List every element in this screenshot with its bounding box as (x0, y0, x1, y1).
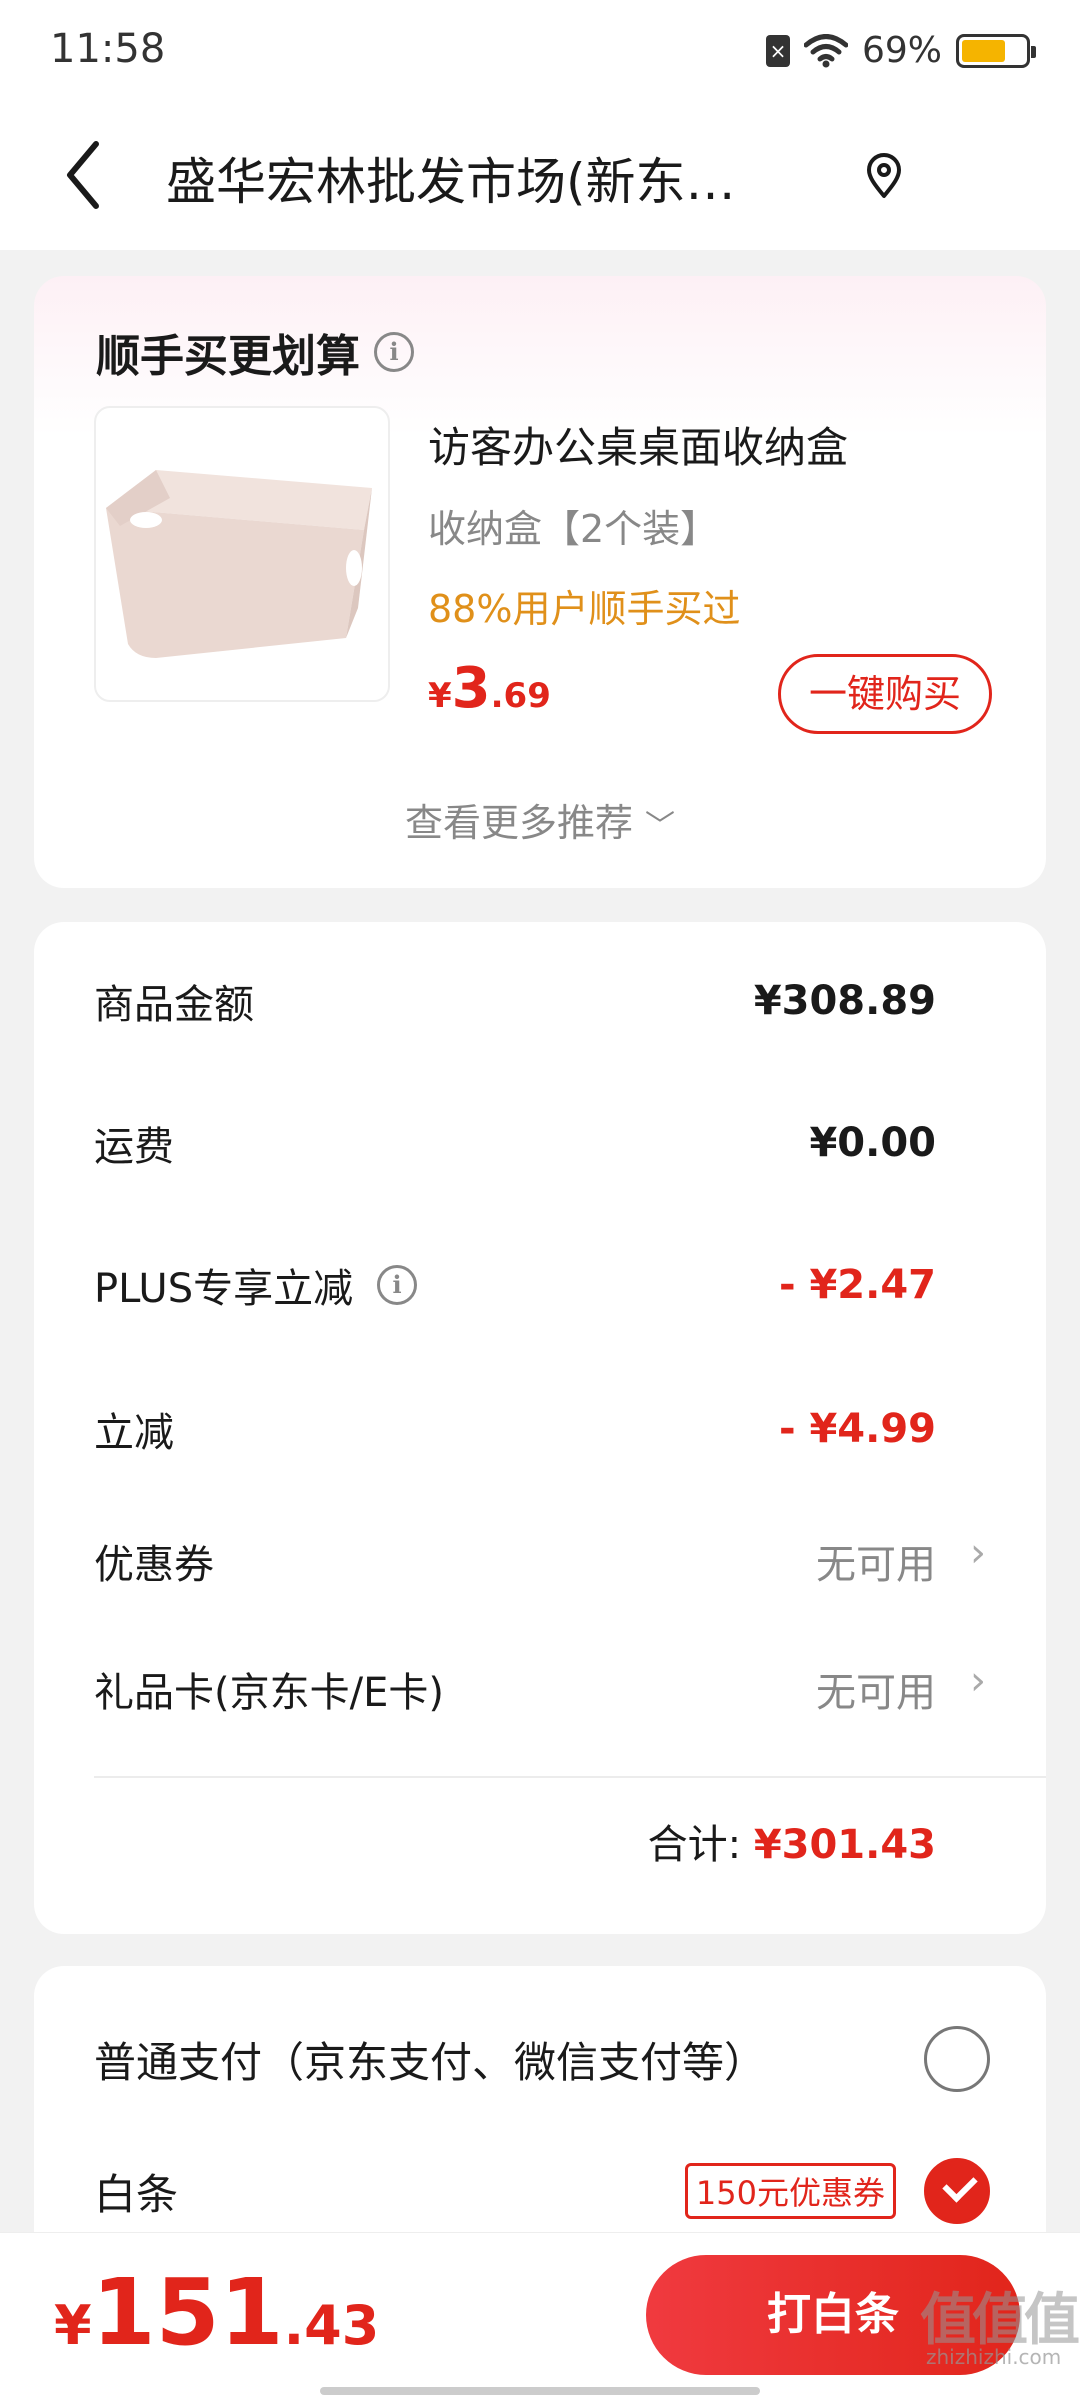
storage-box-illustration (106, 470, 372, 658)
product-popularity: 88%用户顺手买过 (428, 587, 741, 631)
summary-row-plus-discount: PLUS专享立减 i - ¥2.47 (94, 1256, 936, 1314)
final-price-integer: 151 (91, 2259, 284, 2366)
summary-value: ¥308.89 (753, 978, 936, 1024)
info-icon[interactable]: i (374, 332, 414, 372)
total-value: ¥301.43 (753, 1822, 936, 1868)
summary-label: 运费 (94, 1124, 174, 1170)
home-indicator[interactable] (320, 2387, 760, 2395)
battery-level-fill (962, 39, 1005, 62)
summary-label: 商品金额 (94, 982, 254, 1028)
summary-value: 无可用 (816, 1542, 936, 1588)
final-price-decimal: .43 (283, 2294, 380, 2357)
more-recommendations-link[interactable]: 查看更多推荐 ﹀ (34, 792, 1046, 847)
product-price: ¥3.69 (428, 656, 551, 721)
recommend-title: 顺手买更划算 i (96, 320, 414, 384)
chevron-left-icon[interactable] (58, 138, 108, 212)
total-label: 合计: (647, 1822, 742, 1868)
battery-icon (956, 33, 1036, 68)
summary-label: 优惠券 (94, 1542, 214, 1588)
location-pin-icon[interactable] (864, 152, 904, 200)
watermark-logo: 值值值 (920, 2288, 1080, 2353)
chevron-right-icon[interactable]: › (970, 1658, 986, 1704)
summary-total: 合计: ¥301.43 (648, 1812, 936, 1870)
summary-label: 礼品卡(京东卡/E卡) (94, 1670, 444, 1716)
summary-row-instant-discount: 立减 - ¥4.99 (94, 1400, 936, 1458)
summary-label: PLUS专享立减 (94, 1266, 354, 1312)
chevron-right-icon[interactable]: › (970, 1530, 986, 1576)
product-spec: 收纳盒【2个装】 (428, 507, 719, 551)
one-click-buy-button[interactable]: 一键购买 (778, 654, 992, 734)
recommend-card: 顺手买更划算 i 访客办公桌桌面收纳盒 收纳盒【2个装】 88%用户顺手买过 ¥… (34, 276, 1046, 888)
summary-value: - ¥4.99 (778, 1406, 936, 1452)
summary-value: ¥0.00 (809, 1120, 936, 1166)
recommend-title-text: 顺手买更划算 (96, 331, 360, 382)
price-decimal: .69 (490, 676, 551, 716)
summary-label-wrap: PLUS专享立减 i (94, 1256, 418, 1314)
payment-option-label: 白条 (94, 2169, 179, 2219)
payment-option-normal[interactable]: 普通支付（京东支付、微信支付等） (94, 2026, 990, 2092)
status-icons: × 69% (765, 30, 1036, 71)
divider (94, 1776, 1046, 1778)
nav-bar: 盛华宏林批发市场(新东… (0, 100, 1080, 250)
watermark-url: zhizhizhi.com (926, 2345, 1062, 2369)
status-bar: 11:58 × 69% (0, 0, 1080, 100)
coupon-badge: 150元优惠券 (684, 2163, 896, 2219)
price-integer: 3 (451, 656, 491, 721)
wifi-icon (803, 33, 848, 67)
baitiao-right: 150元优惠券 (684, 2158, 990, 2224)
price-summary-card: 商品金额 ¥308.89 运费 ¥0.00 PLUS专享立减 i - ¥2.47… (34, 922, 1046, 1934)
final-price-currency: ¥ (54, 2294, 92, 2357)
chevron-down-icon: ﹀ (645, 809, 676, 844)
payment-option-baitiao[interactable]: 白条 150元优惠券 (94, 2158, 990, 2224)
final-price: ¥151.43 (54, 2259, 379, 2366)
summary-label: 立减 (94, 1410, 174, 1456)
price-currency: ¥ (428, 676, 452, 716)
summary-row-gift-card[interactable]: 礼品卡(京东卡/E卡) 无可用 (94, 1660, 936, 1718)
page-title: 盛华宏林批发市场(新东… (166, 153, 736, 211)
payment-radio[interactable] (924, 2026, 990, 2092)
sim-card-icon: × (765, 34, 790, 67)
payment-option-label: 普通支付（京东支付、微信支付等） (94, 2037, 767, 2087)
status-time: 11:58 (50, 26, 166, 72)
summary-value: - ¥2.47 (778, 1262, 936, 1308)
battery-percent: 69% (861, 30, 942, 71)
summary-row-goods-amount: 商品金额 ¥308.89 (94, 972, 936, 1030)
summary-row-shipping: 运费 ¥0.00 (94, 1114, 936, 1172)
payment-radio-checked[interactable] (924, 2158, 990, 2224)
more-recommendations-label: 查看更多推荐 (404, 801, 633, 845)
info-icon[interactable]: i (377, 1265, 418, 1305)
product-image[interactable] (94, 406, 390, 702)
summary-value: 无可用 (816, 1670, 936, 1716)
summary-row-coupon[interactable]: 优惠券 无可用 (94, 1532, 936, 1590)
bottom-pay-bar: ¥151.43 打白条 值值值 zhizhizhi.com (0, 2232, 1080, 2400)
product-name[interactable]: 访客办公桌桌面收纳盒 (428, 414, 848, 475)
